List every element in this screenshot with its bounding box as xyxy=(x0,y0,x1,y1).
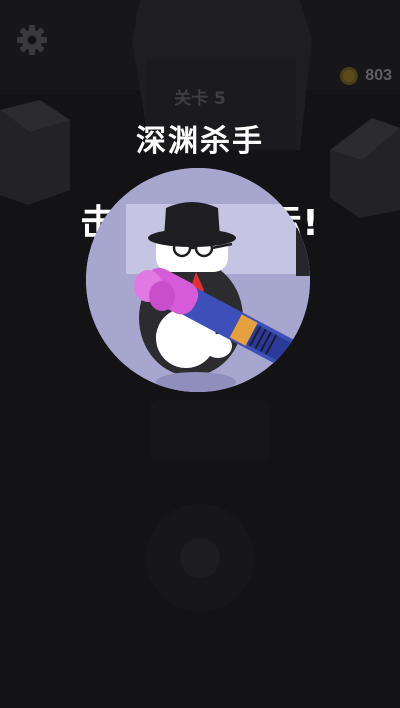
coin-icon xyxy=(340,67,359,85)
settings-button[interactable] xyxy=(14,22,50,58)
boss-portrait-art xyxy=(86,168,310,392)
boss-name-title: 深渊杀手 xyxy=(136,124,264,159)
gear-icon xyxy=(17,25,47,55)
coin-count: 803 xyxy=(365,67,392,84)
level-label: 关卡 5 xyxy=(174,89,226,109)
boss-portrait xyxy=(86,168,310,392)
virtual-joystick[interactable] xyxy=(146,504,254,612)
joystick-knob[interactable] xyxy=(180,538,220,578)
